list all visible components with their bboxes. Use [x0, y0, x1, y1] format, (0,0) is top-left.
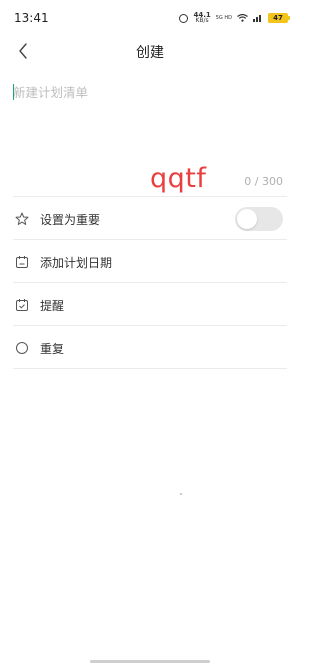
circle-icon: [14, 340, 30, 356]
char-count: 0 / 300: [244, 175, 283, 188]
divider: [13, 282, 287, 283]
status-icons: 44.1 KB/s 5G HD 47: [179, 12, 290, 24]
wifi-icon: [237, 14, 248, 22]
option-plan-date-label: 添加计划日期: [40, 255, 113, 270]
signal-label: 5G HD: [215, 14, 232, 21]
page-title: 创建: [136, 45, 164, 61]
plan-title-input[interactable]: [13, 82, 287, 172]
text-caret: [13, 84, 14, 100]
important-toggle[interactable]: [235, 207, 283, 231]
alarm-icon: [179, 13, 189, 23]
signal-bars-icon: [253, 15, 261, 22]
network-speed: 44.1 KB/s: [193, 12, 210, 24]
option-repeat-label: 重复: [40, 341, 65, 356]
divider: [13, 239, 287, 240]
option-reminder[interactable]: 提醒: [0, 284, 300, 326]
network-speed-unit: KB/s: [195, 17, 209, 24]
status-bar: 13:41 44.1 KB/s 5G HD 47: [0, 0, 300, 36]
calendar-icon: [14, 254, 30, 270]
battery-indicator: 47: [268, 13, 290, 23]
calendar-check-icon: [14, 297, 30, 313]
option-important[interactable]: 设置为重要: [0, 198, 300, 240]
watermark-text: qqtf: [150, 163, 207, 194]
divider: [13, 196, 287, 197]
dot-mark: [180, 493, 182, 495]
home-indicator[interactable]: [90, 660, 210, 663]
divider: [13, 368, 287, 369]
star-icon: [14, 211, 30, 227]
toggle-knob: [237, 209, 257, 229]
option-reminder-label: 提醒: [40, 298, 65, 313]
title-bar: 创建: [0, 36, 300, 66]
divider: [13, 325, 287, 326]
option-repeat[interactable]: 重复: [0, 327, 300, 369]
option-important-label: 设置为重要: [40, 212, 101, 227]
option-plan-date[interactable]: 添加计划日期: [0, 241, 300, 283]
status-time: 13:41: [14, 11, 49, 25]
